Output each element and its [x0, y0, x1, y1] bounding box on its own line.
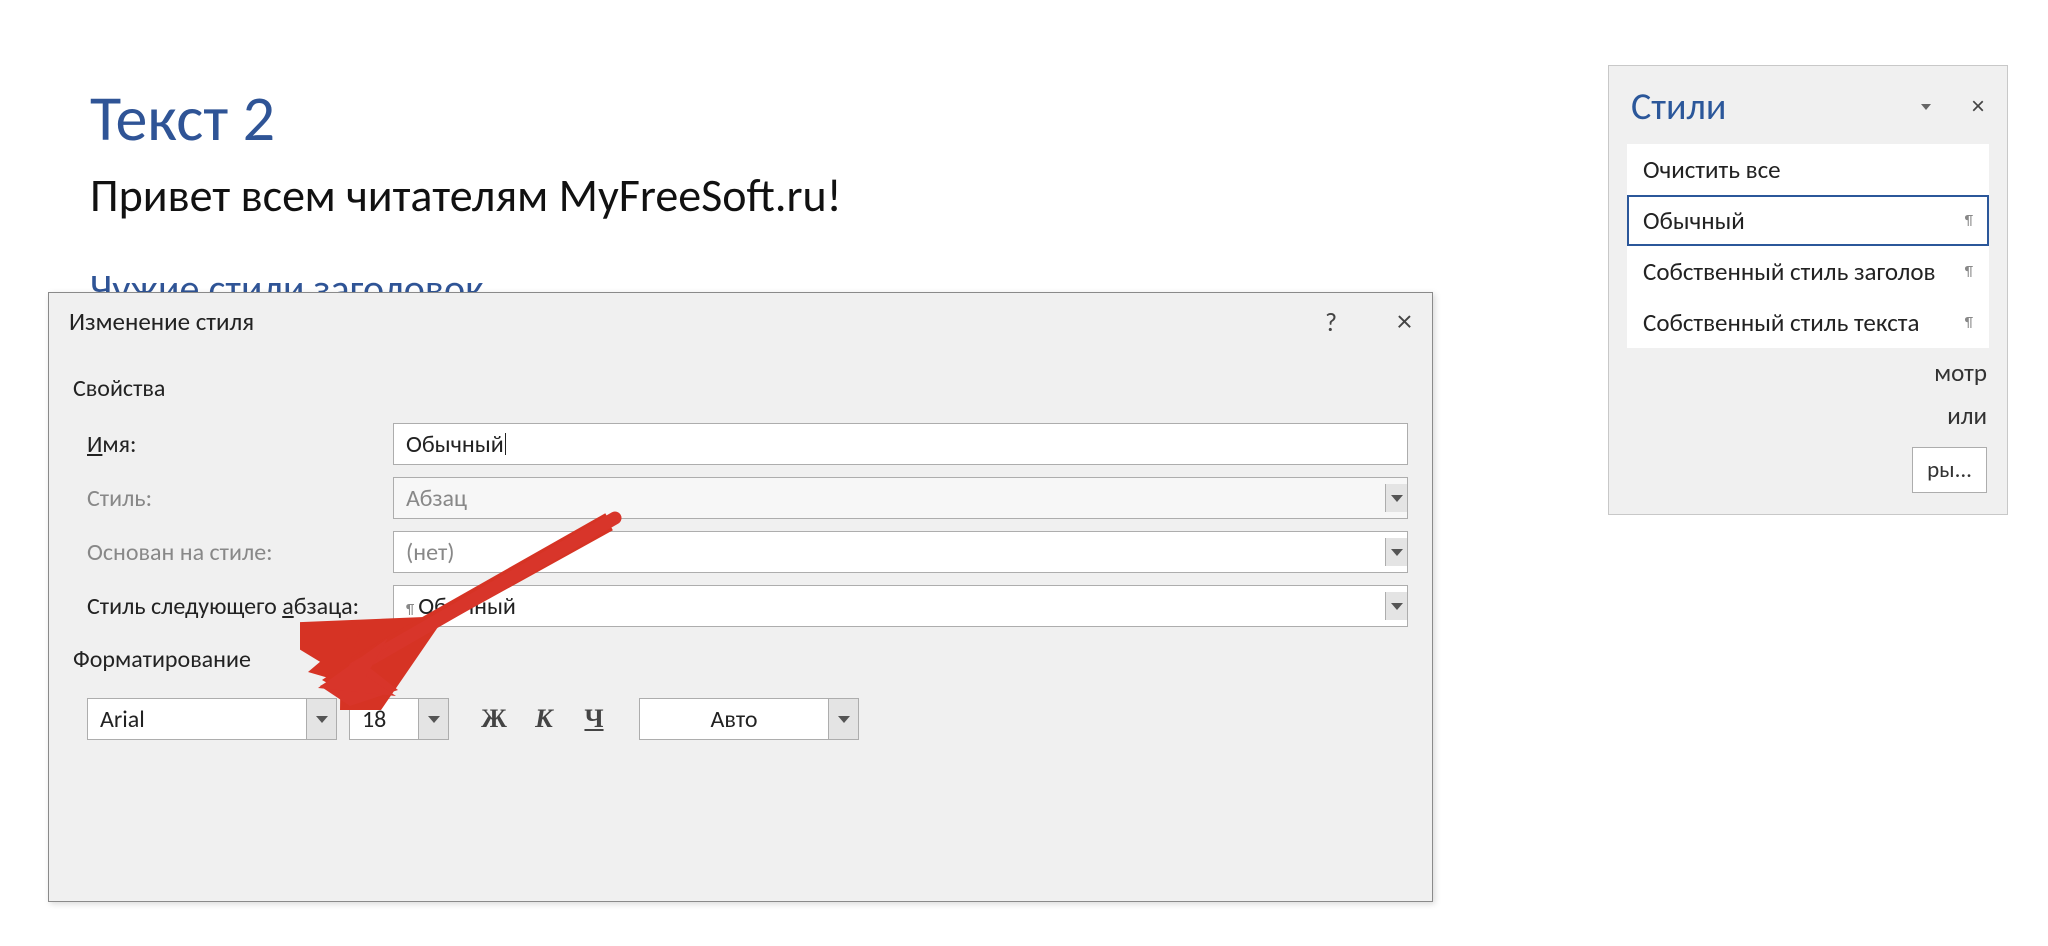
- name-value: Обычный: [406, 430, 504, 459]
- font-value: Arial: [88, 705, 306, 734]
- chevron-down-icon[interactable]: [418, 699, 448, 739]
- section-formatting: Форматирование: [73, 633, 1408, 688]
- chevron-down-icon: [1385, 484, 1407, 512]
- style-item-label: Собственный стиль текста: [1643, 307, 1919, 338]
- document-content: Текст 2 Привет всем читателям MyFreeSoft…: [90, 80, 1090, 313]
- linked-link-fragment[interactable]: или: [1629, 394, 1987, 437]
- styles-pane-title: Стили: [1631, 84, 1726, 130]
- styles-pane: Стили × Очистить все Обычный ¶ Собственн…: [1608, 65, 2008, 515]
- close-button[interactable]: ×: [1397, 303, 1412, 340]
- based-on-label: Основан на стиле:: [73, 538, 393, 567]
- pilcrow-icon: ¶: [1965, 212, 1973, 229]
- style-type-value: Абзац: [406, 484, 467, 513]
- font-select[interactable]: Arial: [87, 698, 337, 740]
- style-item-custom-heading[interactable]: Собственный стиль заголов ¶: [1627, 246, 1989, 297]
- close-icon[interactable]: ×: [1971, 93, 1985, 121]
- style-item-custom-text[interactable]: Собственный стиль текста ¶: [1627, 297, 1989, 348]
- next-style-select[interactable]: ¶Обычный: [393, 585, 1408, 627]
- style-item-clear-all[interactable]: Очистить все: [1627, 144, 1989, 195]
- style-item-label: Обычный: [1643, 205, 1745, 236]
- based-on-select[interactable]: (нет): [393, 531, 1408, 573]
- pilcrow-icon: ¶: [1965, 314, 1973, 331]
- chevron-down-icon[interactable]: [306, 699, 336, 739]
- style-type-select: Абзац: [393, 477, 1408, 519]
- font-color-value: Авто: [640, 705, 828, 734]
- section-properties: Свойства: [73, 362, 1408, 417]
- modify-style-dialog: Изменение стиля ? × Свойства Имя: Обычны…: [48, 292, 1433, 902]
- chevron-down-icon[interactable]: [1385, 592, 1407, 620]
- doc-body-text: Привет всем читателям MyFreeSoft.ru!: [90, 168, 1090, 224]
- bold-button[interactable]: Ж: [479, 704, 509, 734]
- pilcrow-icon: ¶: [1965, 263, 1973, 280]
- name-label: Имя:: [73, 430, 393, 459]
- based-on-value: (нет): [406, 538, 455, 567]
- dialog-title: Изменение стиля: [69, 306, 254, 337]
- styles-pane-header: Стили ×: [1609, 66, 2007, 144]
- italic-button[interactable]: К: [529, 704, 559, 734]
- pane-options-icon[interactable]: [1921, 104, 1931, 110]
- dialog-titlebar: Изменение стиля ? ×: [49, 293, 1432, 350]
- options-button[interactable]: ры...: [1912, 447, 1987, 493]
- style-type-label: Стиль:: [73, 484, 393, 513]
- style-item-normal[interactable]: Обычный ¶: [1627, 195, 1989, 246]
- font-size-select[interactable]: 18: [349, 698, 449, 740]
- preview-link-fragment[interactable]: мотр: [1629, 351, 1987, 394]
- name-input[interactable]: Обычный: [393, 423, 1408, 465]
- chevron-down-icon[interactable]: [828, 699, 858, 739]
- next-style-label: Стиль следующего абзаца:: [73, 592, 393, 621]
- next-style-value: Обычный: [418, 592, 516, 621]
- styles-list: Очистить все Обычный ¶ Собственный стиль…: [1627, 144, 1989, 348]
- font-size-value: 18: [350, 705, 418, 734]
- styles-pane-footer: мотр или ры...: [1609, 351, 2007, 514]
- help-button[interactable]: ?: [1325, 306, 1337, 338]
- text-cursor: [505, 433, 506, 455]
- font-color-select[interactable]: Авто: [639, 698, 859, 740]
- style-item-label: Собственный стиль заголов: [1643, 256, 1936, 287]
- underline-button[interactable]: Ч: [579, 704, 609, 734]
- formatting-toolbar: Arial 18 Ж К Ч Авто: [73, 688, 1408, 740]
- doc-heading: Текст 2: [90, 80, 1090, 158]
- chevron-down-icon[interactable]: [1385, 538, 1407, 566]
- pilcrow-icon: ¶: [406, 601, 414, 618]
- style-item-label: Очистить все: [1643, 154, 1781, 185]
